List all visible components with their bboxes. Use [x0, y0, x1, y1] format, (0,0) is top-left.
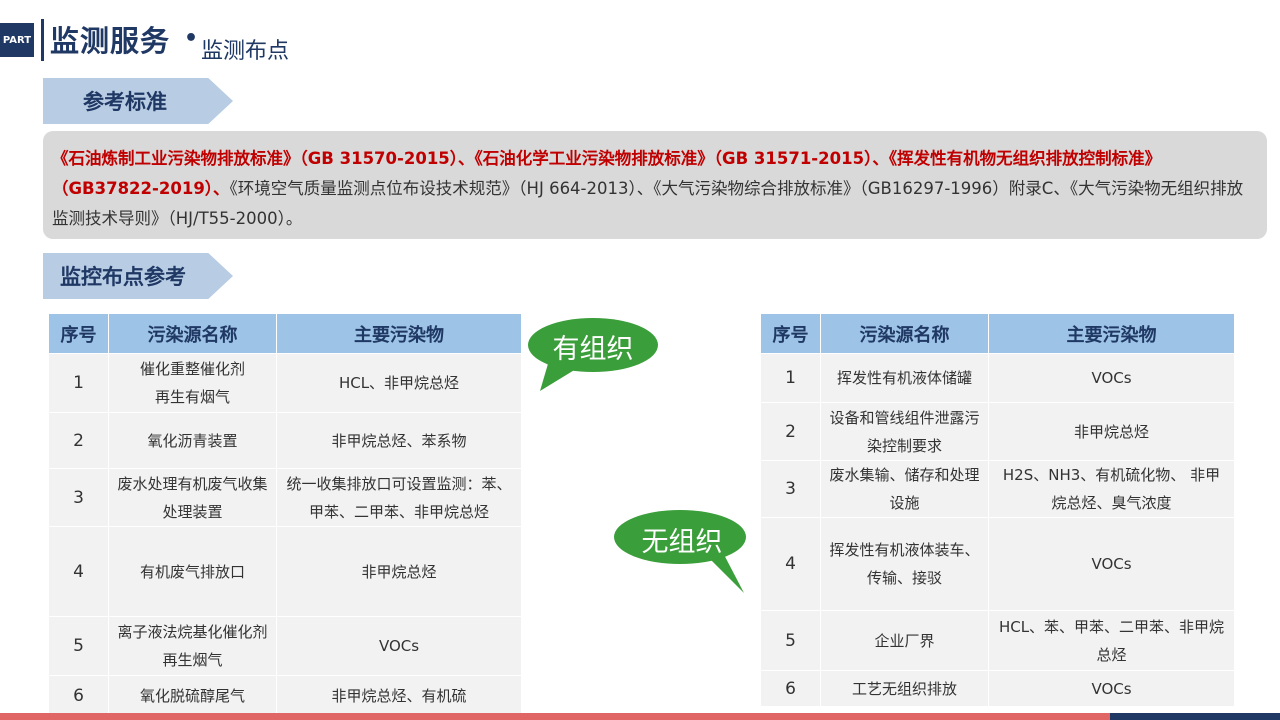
- row-no: 1: [48, 353, 109, 413]
- title-separator: •: [184, 26, 199, 51]
- header-source: 污染源名称: [108, 313, 277, 354]
- row-source: 催化重整催化剂 再生有烟气: [108, 353, 277, 413]
- row-pollutant: VOCs: [276, 616, 522, 676]
- row-source: 废水集输、储存和处理 设施: [820, 460, 989, 518]
- row-pollutant: HCL、苯、甲苯、二甲苯、非甲烷 总烃: [988, 610, 1235, 671]
- row-pollutant: 非甲烷总烃: [988, 402, 1235, 461]
- row-pollutant: 非甲烷总烃、苯系物: [276, 412, 522, 469]
- organized-emission-table: 序号 污染源名称 主要污染物 1 催化重整催化剂 再生有烟气 HCL、非甲烷总烃 …: [48, 313, 522, 716]
- row-no: 1: [760, 353, 821, 403]
- table-row: 1 挥发性有机液体储罐 VOCs: [760, 353, 1235, 403]
- header-pollutant: 主要污染物: [276, 313, 522, 354]
- row-pollutant: VOCs: [988, 353, 1235, 403]
- reference-standards-tag: 参考标准: [43, 78, 233, 124]
- table-row: 5 离子液法烷基化催化剂 再生烟气 VOCs: [48, 616, 522, 676]
- row-pollutant: VOCs: [988, 517, 1235, 611]
- row-pollutant: H2S、NH3、有机硫化物、 非甲 烷总烃、臭气浓度: [988, 460, 1235, 518]
- header-no: 序号: [48, 313, 109, 354]
- row-source: 设备和管线组件泄露污 染控制要求: [820, 402, 989, 461]
- row-no: 4: [760, 517, 821, 611]
- page-subtitle: 监测布点: [201, 39, 290, 64]
- monitoring-points-tag: 监控布点参考: [43, 253, 233, 299]
- row-no: 6: [48, 675, 109, 716]
- row-no: 6: [760, 670, 821, 707]
- monitoring-points-label: 监控布点参考: [60, 265, 186, 289]
- table-row: 6 工艺无组织排放 VOCs: [760, 670, 1235, 707]
- header-no: 序号: [760, 313, 821, 354]
- row-source: 离子液法烷基化催化剂 再生烟气: [108, 616, 277, 676]
- table-row: 1 催化重整催化剂 再生有烟气 HCL、非甲烷总烃: [48, 353, 522, 413]
- page-title: 监测服务: [50, 24, 171, 58]
- footer-stripe-red: [0, 713, 1110, 720]
- row-no: 2: [48, 412, 109, 469]
- table-row: 4 挥发性有机液体装车、 传输、接驳 VOCs: [760, 517, 1235, 611]
- table-header-row: 序号 污染源名称 主要污染物: [760, 313, 1235, 354]
- row-source: 挥发性有机液体装车、 传输、接驳: [820, 517, 989, 611]
- title-accent-bar: [41, 19, 44, 61]
- reference-other-standards: 《环境空气质量监测点位布设技术规范》（HJ 664-2013）、《大气污染物综合…: [52, 179, 1244, 228]
- row-source: 有机废气排放口: [108, 526, 277, 617]
- footer-stripe-blue: [1110, 713, 1280, 720]
- row-source: 氧化脱硫醇尾气: [108, 675, 277, 716]
- row-no: 3: [48, 468, 109, 527]
- unorganized-bubble-label: 无组织: [641, 527, 723, 558]
- unorganized-emission-table: 序号 污染源名称 主要污染物 1 挥发性有机液体储罐 VOCs 2 设备和管线组…: [760, 313, 1235, 707]
- row-pollutant: HCL、非甲烷总烃: [276, 353, 522, 413]
- header-source: 污染源名称: [820, 313, 989, 354]
- row-pollutant: 统一收集排放口可设置监测：苯、 甲苯、二甲苯、非甲烷总烃: [276, 468, 522, 527]
- header-pollutant: 主要污染物: [988, 313, 1235, 354]
- table-row: 3 废水集输、储存和处理 设施 H2S、NH3、有机硫化物、 非甲 烷总烃、臭气浓度: [760, 460, 1235, 518]
- row-pollutant: 非甲烷总烃、有机硫: [276, 675, 522, 716]
- row-no: 4: [48, 526, 109, 617]
- row-no: 2: [760, 402, 821, 461]
- organized-bubble-label: 有组织: [552, 334, 634, 365]
- reference-standards-box: 《石油炼制工业污染物排放标准》（GB 31570-2015）、《石油化学工业污染…: [43, 131, 1267, 239]
- unorganized-bubble: 无组织: [612, 509, 752, 595]
- table-row: 6 氧化脱硫醇尾气 非甲烷总烃、有机硫: [48, 675, 522, 716]
- row-no: 3: [760, 460, 821, 518]
- row-source: 工艺无组织排放: [820, 670, 989, 707]
- table-row: 4 有机废气排放口 非甲烷总烃: [48, 526, 522, 617]
- reference-standards-label: 参考标准: [83, 90, 167, 114]
- row-pollutant: VOCs: [988, 670, 1235, 707]
- row-source: 企业厂界: [820, 610, 989, 671]
- table-row: 2 设备和管线组件泄露污 染控制要求 非甲烷总烃: [760, 402, 1235, 461]
- table-row: 2 氧化沥青装置 非甲烷总烃、苯系物: [48, 412, 522, 469]
- organized-bubble: 有组织: [526, 317, 660, 395]
- table-row: 3 废水处理有机废气收集 处理装置 统一收集排放口可设置监测：苯、 甲苯、二甲苯、非…: [48, 468, 522, 527]
- row-no: 5: [760, 610, 821, 671]
- part-badge: PART: [0, 23, 34, 57]
- table-row: 5 企业厂界 HCL、苯、甲苯、二甲苯、非甲烷 总烃: [760, 610, 1235, 671]
- table-header-row: 序号 污染源名称 主要污染物: [48, 313, 522, 354]
- row-source: 氧化沥青装置: [108, 412, 277, 469]
- row-no: 5: [48, 616, 109, 676]
- row-source: 挥发性有机液体储罐: [820, 353, 989, 403]
- row-source: 废水处理有机废气收集 处理装置: [108, 468, 277, 527]
- row-pollutant: 非甲烷总烃: [276, 526, 522, 617]
